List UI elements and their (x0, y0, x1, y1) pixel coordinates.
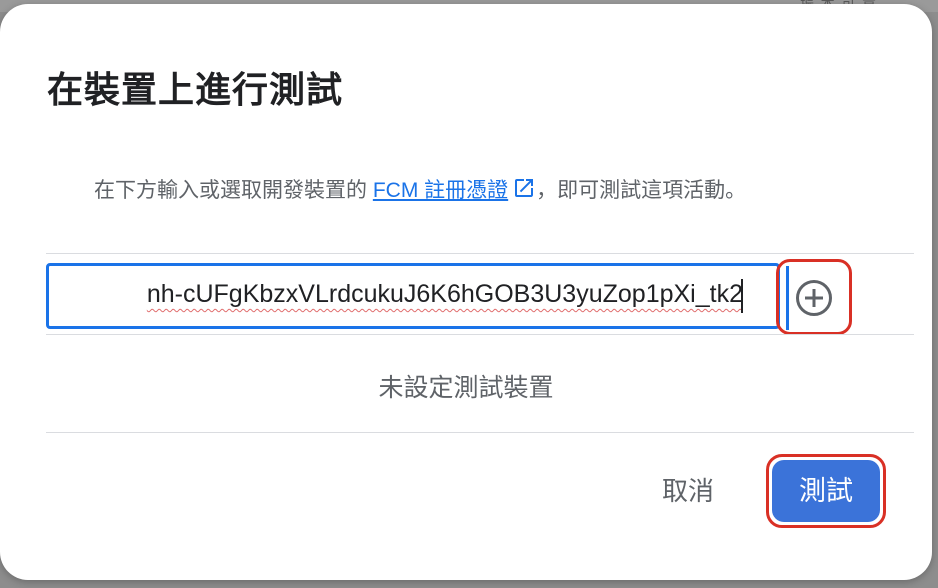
add-button-edge (786, 266, 789, 330)
fcm-token-input-value: nh-cUFgKbzxVLrdcukuJ6K6hGOB3U3yuZop1pXi_… (146, 280, 743, 308)
cancel-button[interactable]: 取消 (640, 466, 736, 516)
description-suffix: ，即可測試這項活動。 (536, 179, 747, 202)
add-circle-icon (796, 280, 832, 316)
divider-bottom (46, 432, 914, 433)
text-caret (741, 279, 743, 313)
add-device-button[interactable] (795, 279, 833, 317)
description-prefix: 在下方輸入或選取開發裝置的 (94, 179, 373, 202)
fcm-token-link[interactable]: FCM 註冊憑證 (373, 179, 536, 202)
open-in-new-icon (515, 179, 534, 197)
fcm-token-input[interactable]: nh-cUFgKbzxVLrdcukuJ6K6hGOB3U3yuZop1pXi_… (46, 263, 780, 329)
dialog-description: 在下方輸入或選取開發裝置的 FCM 註冊憑證 ，即可測試這項活動。 (94, 174, 746, 204)
divider-middle (46, 334, 914, 335)
no-test-devices-message: 未設定測試裝置 (378, 374, 554, 402)
dialog-title: 在裝置上進行測試 (47, 69, 344, 110)
fcm-token-link-label: FCM 註冊憑證 (372, 179, 509, 202)
test-button[interactable]: 測試 (772, 460, 880, 522)
test-on-device-dialog: 在裝置上進行測試 在下方輸入或選取開發裝置的 FCM 註冊憑證 ，即可測試這項活… (0, 4, 932, 580)
divider-top (46, 253, 914, 254)
